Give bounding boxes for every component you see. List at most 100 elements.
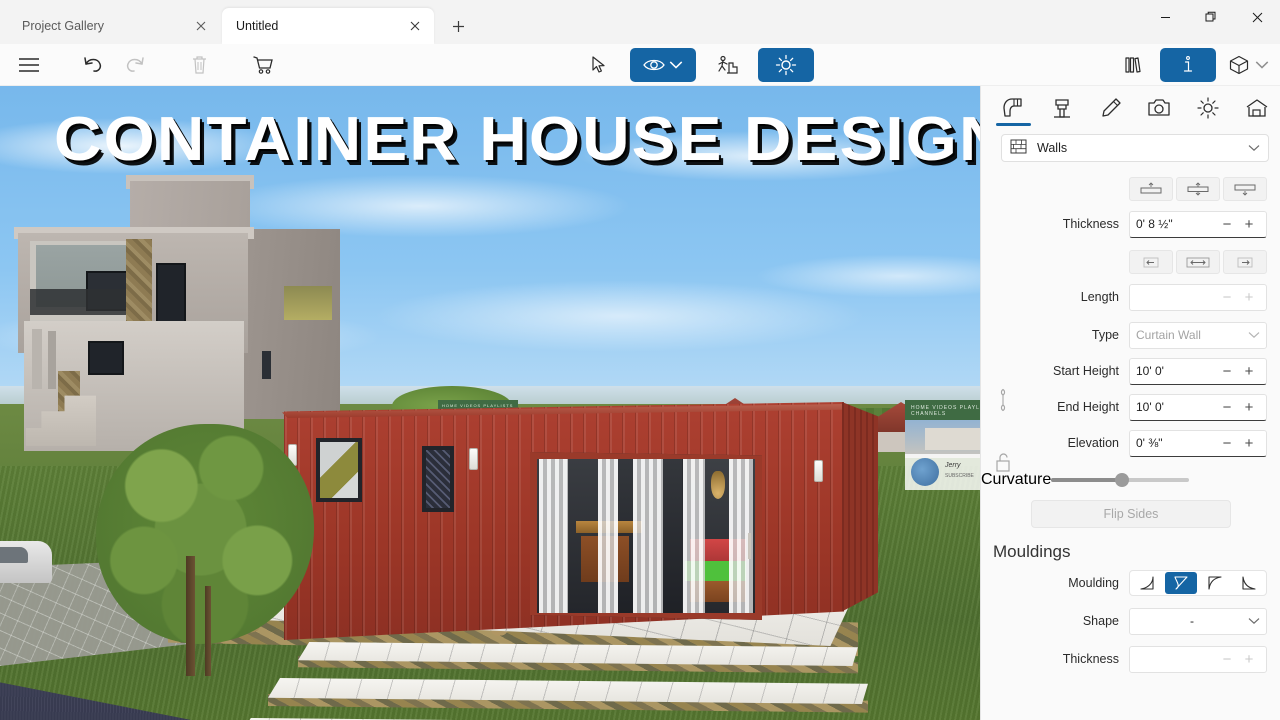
- moulding-label: Moulding: [1068, 576, 1119, 590]
- elevation-row: Elevation 0' ⅜" − +: [981, 428, 1280, 458]
- moulding-shape-dropdown[interactable]: -: [1129, 607, 1267, 635]
- tab-strip: Project Gallery Untitled: [0, 0, 474, 44]
- elevation-value: 0' ⅜": [1136, 436, 1163, 450]
- title-bar: Project Gallery Untitled: [0, 0, 1280, 44]
- chevron-down-icon[interactable]: [1248, 328, 1260, 342]
- elevation-input[interactable]: 0' ⅜" − +: [1129, 429, 1267, 457]
- moulding-quarter-icon[interactable]: [1199, 572, 1231, 594]
- tab-build[interactable]: [989, 88, 1038, 128]
- length-label: Length: [1080, 290, 1119, 304]
- type-value: Curtain Wall: [1136, 328, 1201, 342]
- moulding-ogee-icon[interactable]: [1165, 572, 1197, 594]
- curvature-slider[interactable]: [1051, 473, 1190, 487]
- end-height-plus-button[interactable]: +: [1238, 400, 1260, 415]
- moulding-option-group: [1129, 570, 1267, 596]
- moulding-thickness-plus-button[interactable]: +: [1238, 652, 1260, 667]
- moulding-thickness-minus-button[interactable]: −: [1216, 652, 1238, 667]
- watermark-menu: HOME VIDEOS PLAYLISTS CHANNELS: [911, 405, 980, 417]
- start-height-minus-button[interactable]: −: [1216, 364, 1238, 379]
- tab-lighting[interactable]: [1184, 88, 1233, 128]
- elevation-minus-button[interactable]: −: [1216, 436, 1238, 451]
- length-extend-group: [1129, 250, 1267, 274]
- tab-draw[interactable]: [1086, 88, 1135, 128]
- close-icon[interactable]: [406, 17, 424, 35]
- flip-sides-button[interactable]: Flip Sides: [1031, 500, 1231, 528]
- mouldings-heading: Mouldings: [993, 542, 1071, 561]
- type-dropdown[interactable]: Curtain Wall: [1129, 321, 1267, 349]
- wall-light: [814, 460, 823, 482]
- tab-building[interactable]: [1232, 88, 1280, 128]
- tree-trunk: [205, 586, 211, 676]
- cart-icon[interactable]: [242, 49, 284, 81]
- end-height-label: End Height: [1057, 400, 1119, 414]
- hamburger-icon[interactable]: [8, 49, 50, 81]
- start-height-plus-button[interactable]: +: [1238, 364, 1260, 379]
- moulding-row: Moulding: [981, 568, 1280, 598]
- length-plus-button[interactable]: +: [1238, 290, 1260, 305]
- close-icon[interactable]: [192, 17, 210, 35]
- start-height-input[interactable]: 10' 0' − +: [1129, 357, 1267, 385]
- end-height-row: End Height 10' 0' − +: [981, 392, 1280, 422]
- new-tab-button[interactable]: [442, 10, 474, 42]
- curvature-label: Curvature: [981, 471, 1052, 488]
- elevation-plus-button[interactable]: +: [1238, 436, 1260, 451]
- thickness-row: Thickness 0' 8 ½" − +: [981, 209, 1280, 239]
- person-stairs-icon[interactable]: [706, 49, 748, 81]
- type-row: Type Curtain Wall: [981, 320, 1280, 350]
- chevron-down-icon[interactable]: [1248, 141, 1260, 155]
- close-icon[interactable]: [1234, 0, 1280, 34]
- watermark-subtitle: SUBSCRIBE: [945, 473, 974, 479]
- end-height-input[interactable]: 10' 0' − +: [1129, 393, 1267, 421]
- toolbar-center-group: [578, 44, 814, 86]
- extend-both-icon[interactable]: [1176, 250, 1220, 274]
- thickness-align-group: [1129, 177, 1267, 201]
- thickness-input[interactable]: 0' 8 ½" − +: [1129, 210, 1267, 238]
- start-height-label: Start Height: [1052, 364, 1119, 378]
- main-toolbar: [0, 44, 1280, 86]
- extend-right-icon[interactable]: [1223, 250, 1267, 274]
- tab-untitled[interactable]: Untitled: [222, 8, 434, 44]
- align-wall-center-icon[interactable]: [1176, 177, 1220, 201]
- moulding-thickness-row: Thickness − +: [981, 644, 1280, 674]
- books-icon[interactable]: [1112, 49, 1154, 81]
- lighting-button[interactable]: [758, 48, 814, 82]
- category-dropdown[interactable]: Walls: [1001, 134, 1269, 162]
- length-input[interactable]: − +: [1129, 283, 1267, 311]
- end-height-minus-button[interactable]: −: [1216, 400, 1238, 415]
- minimize-icon[interactable]: [1142, 0, 1188, 34]
- moulding-thickness-input[interactable]: − +: [1129, 645, 1267, 673]
- redo-icon: [114, 49, 156, 81]
- curvature-slider-knob[interactable]: [1114, 473, 1129, 487]
- moulding-cove-icon[interactable]: [1131, 572, 1163, 594]
- category-label: Walls: [1037, 141, 1068, 155]
- align-wall-right-icon[interactable]: [1223, 177, 1267, 201]
- length-minus-button[interactable]: −: [1216, 290, 1238, 305]
- 3d-viewport[interactable]: HOME VIDEOS PLAYLISTS CHANNELS: [0, 86, 980, 720]
- restore-icon[interactable]: [1188, 0, 1234, 34]
- sliding-glass-door: [530, 452, 762, 620]
- channel-watermark: HOME VIDEOS PLAYLISTS CHANNELS Jerry SUB…: [905, 388, 980, 490]
- tab-project-gallery[interactable]: Project Gallery: [8, 8, 220, 44]
- brick-wall-icon: [1010, 139, 1027, 157]
- undo-icon[interactable]: [72, 49, 114, 81]
- property-rows: Thickness 0' 8 ½" − + Length − + Type Cu…: [981, 174, 1280, 679]
- tab-camera[interactable]: [1135, 88, 1184, 128]
- align-wall-left-icon[interactable]: [1129, 177, 1173, 201]
- thickness-minus-button[interactable]: −: [1216, 217, 1238, 232]
- cursor-icon[interactable]: [578, 49, 620, 81]
- tab-materials[interactable]: [1038, 88, 1087, 128]
- elevation-label: Elevation: [1067, 436, 1119, 450]
- info-button[interactable]: [1160, 48, 1216, 82]
- end-height-value: 10' 0': [1136, 400, 1164, 414]
- window-middle: [422, 446, 454, 512]
- extend-left-icon[interactable]: [1129, 250, 1173, 274]
- view-mode-button[interactable]: [630, 48, 696, 82]
- trash-icon: [178, 49, 220, 81]
- moulding-chamfer-icon[interactable]: [1233, 572, 1265, 594]
- chevron-down-icon[interactable]: [1248, 614, 1260, 628]
- 3d-view-button[interactable]: [1222, 49, 1276, 81]
- moulding-shape-row: Shape -: [981, 606, 1280, 636]
- thickness-plus-button[interactable]: +: [1238, 217, 1260, 232]
- moulding-thickness-label: Thickness: [1062, 652, 1119, 666]
- start-height-row: Start Height 10' 0' − +: [981, 356, 1280, 386]
